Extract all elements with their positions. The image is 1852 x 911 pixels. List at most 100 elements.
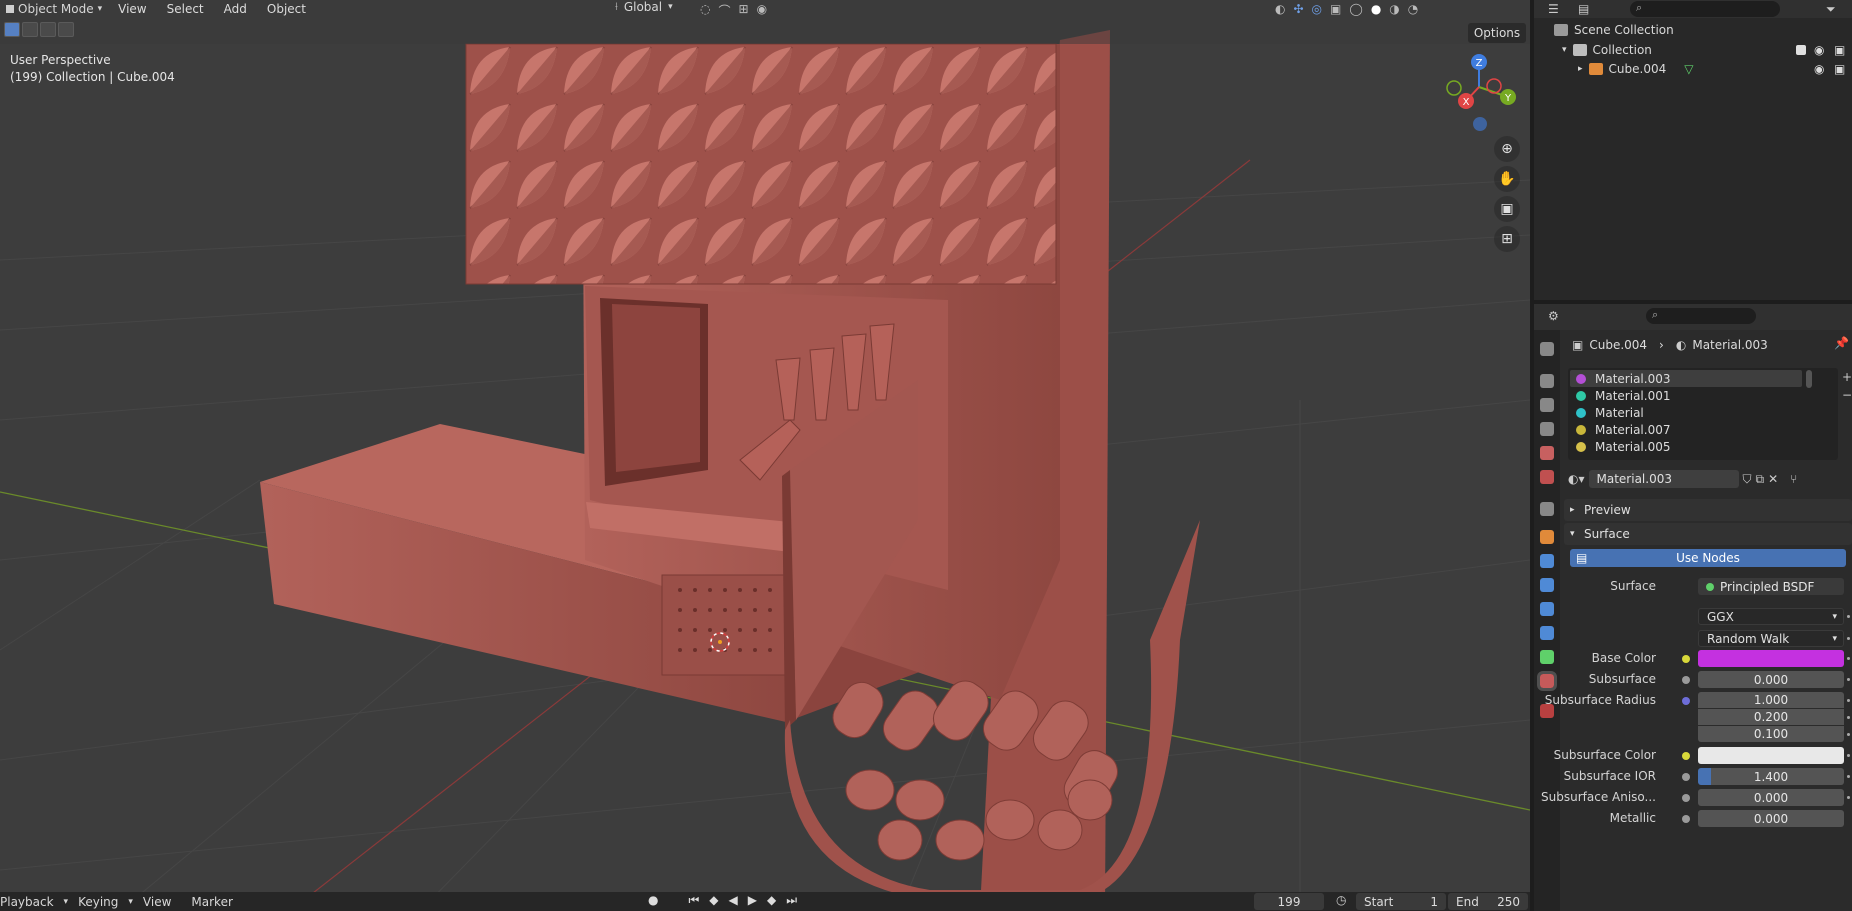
keyframe-dot[interactable]	[1847, 796, 1850, 799]
material-browse-icon[interactable]: ◐▾	[1568, 472, 1585, 486]
visibility-icon[interactable]: ◐	[1275, 2, 1285, 16]
subsurface-method-select[interactable]: Random Walk ▾	[1698, 630, 1844, 647]
xray-icon[interactable]: ▣	[1330, 2, 1341, 16]
wireframe-shading-icon[interactable]: ◯	[1349, 2, 1362, 16]
remove-slot-icon[interactable]: −	[1842, 388, 1852, 402]
menu-marker[interactable]: Marker	[181, 895, 242, 909]
menu-view[interactable]: View	[108, 2, 156, 16]
color-socket-icon[interactable]	[1682, 752, 1690, 760]
select-subtract-icon[interactable]	[40, 22, 56, 37]
record-icon[interactable]: ●	[648, 893, 658, 908]
node-tree-icon[interactable]: ⑂	[1790, 472, 1797, 486]
jump-end-icon[interactable]: ⏭	[786, 893, 797, 908]
add-slot-icon[interactable]: +	[1842, 370, 1852, 384]
keyframe-dot[interactable]	[1847, 733, 1850, 736]
material-slot-2[interactable]: Material	[1570, 404, 1802, 421]
stopwatch-icon[interactable]: ◷	[1336, 893, 1346, 907]
next-keyframe-icon[interactable]: ◆	[767, 893, 776, 908]
modifier-tab-icon[interactable]	[1540, 554, 1554, 568]
menu-object[interactable]: Object	[257, 2, 316, 16]
properties-editor[interactable]: ⚙ ⌕ ▣ Cube.004 › ◐ Material.003 📌 Materi…	[1534, 304, 1852, 911]
camera-icon[interactable]: ▣	[1834, 62, 1845, 76]
material-slot-1[interactable]: Material.001	[1570, 387, 1802, 404]
render-tab-icon[interactable]	[1540, 374, 1554, 388]
value-socket-icon[interactable]	[1682, 773, 1690, 781]
filter-icon[interactable]: ⏷	[1826, 2, 1836, 17]
outliner-row-collection[interactable]: ▾ Collection ◉ ▣	[1534, 40, 1852, 60]
distribution-select[interactable]: GGX ▾	[1698, 608, 1844, 625]
material-slot-0[interactable]: Material.003	[1570, 370, 1802, 387]
data-tab-icon[interactable]	[1540, 650, 1554, 664]
outliner[interactable]: ☰ ▤ ⌕ ⏷ Scene Collection ▾ Collection ◉ …	[1534, 0, 1852, 300]
world-tab-icon[interactable]	[1540, 470, 1554, 484]
constraints-tab-icon[interactable]	[1540, 626, 1554, 640]
list-scrollbar[interactable]	[1806, 370, 1812, 388]
tool-tab-icon[interactable]	[1540, 342, 1554, 356]
subsurface-aniso-field[interactable]: 0.000	[1698, 789, 1844, 806]
display-mode-icon[interactable]: ▤	[1578, 2, 1589, 16]
current-frame-field[interactable]: 199	[1254, 893, 1324, 910]
disclosure-closed-icon[interactable]: ▸	[1578, 64, 1583, 74]
outliner-row-cube004[interactable]: ▸ Cube.004 ▽ ◉ ▣	[1534, 59, 1852, 79]
keyframe-dot[interactable]	[1847, 615, 1850, 618]
preview-panel-header[interactable]: ▸ Preview	[1564, 499, 1852, 521]
keyframe-dot[interactable]	[1847, 716, 1850, 719]
properties-search-input[interactable]: ⌕	[1646, 308, 1756, 324]
outliner-search-input[interactable]: ⌕	[1630, 1, 1780, 17]
output-tab-icon[interactable]	[1540, 398, 1554, 412]
snap-target-icon[interactable]: ⊞	[739, 2, 749, 19]
prev-keyframe-icon[interactable]: ◆	[709, 893, 718, 908]
view-layer-tab-icon[interactable]	[1540, 422, 1554, 436]
start-frame-field[interactable]: Start 1	[1356, 893, 1446, 910]
pan-hand-icon[interactable]: ✋	[1494, 166, 1520, 192]
duplicate-icon[interactable]: ⧉	[1756, 472, 1765, 487]
surface-panel-header[interactable]: ▾ Surface	[1564, 523, 1852, 545]
keyframe-dot[interactable]	[1847, 678, 1850, 681]
subsurface-color-swatch[interactable]	[1698, 747, 1844, 764]
transform-orientation[interactable]: ⟊ Global ▾	[615, 0, 673, 14]
keyframe-dot[interactable]	[1847, 754, 1850, 757]
close-icon[interactable]: ✕	[1768, 472, 1778, 486]
value-socket-icon[interactable]	[1682, 794, 1690, 802]
material-slot-4[interactable]: Material.005	[1570, 438, 1802, 455]
subsurface-radius-y[interactable]: 0.200	[1698, 709, 1844, 725]
play-reverse-icon[interactable]: ◀	[729, 893, 738, 908]
keyframe-dot[interactable]	[1847, 699, 1850, 702]
menu-view[interactable]: View	[133, 895, 181, 909]
checkbox-icon[interactable]	[1796, 45, 1806, 55]
particles-tab-icon[interactable]	[1540, 578, 1554, 592]
keyframe-dot[interactable]	[1847, 657, 1850, 660]
subsurface-radius-x[interactable]: 1.000	[1698, 692, 1844, 708]
object-tab-icon[interactable]	[1540, 530, 1554, 544]
jump-start-icon[interactable]: ⏮	[688, 893, 699, 908]
subsurface-radius-z[interactable]: 0.100	[1698, 726, 1844, 742]
pin-icon[interactable]: 📌	[1834, 336, 1849, 350]
metallic-field[interactable]: 0.000	[1698, 810, 1844, 827]
material-slot-list[interactable]: Material.003 Material.001 Material Mater…	[1568, 368, 1838, 460]
eye-icon[interactable]: ◉	[1814, 62, 1824, 76]
options-button[interactable]: Options	[1468, 23, 1526, 43]
3d-scene[interactable]: Z Y X	[0, 0, 1530, 911]
snap-icon[interactable]: ⌒	[718, 2, 730, 19]
material-tab-icon[interactable]	[1537, 671, 1557, 691]
proportional-edit-icon[interactable]: ◉	[757, 2, 767, 19]
editor-type-icon[interactable]: ⚙	[1548, 309, 1559, 323]
menu-playback[interactable]: Playback	[0, 895, 64, 909]
3d-viewport[interactable]: Z Y X Object Mode ▾ View Select Add Obje…	[0, 0, 1530, 911]
solid-shading-icon[interactable]: ●	[1371, 2, 1381, 16]
keyframe-dot[interactable]	[1847, 637, 1850, 640]
end-frame-field[interactable]: End 250	[1448, 893, 1528, 910]
physics-tab-icon[interactable]	[1540, 602, 1554, 616]
select-extend-icon[interactable]	[22, 22, 38, 37]
keyframe-dot[interactable]	[1847, 775, 1850, 778]
camera-icon[interactable]: ▣	[1834, 43, 1845, 57]
surface-shader-field[interactable]: Principled BSDF	[1698, 578, 1844, 595]
material-slot-3[interactable]: Material.007	[1570, 421, 1802, 438]
value-socket-icon[interactable]	[1682, 676, 1690, 684]
grid-perspective-icon[interactable]: ⊞	[1494, 226, 1520, 252]
base-color-swatch[interactable]	[1698, 650, 1844, 667]
eye-icon[interactable]: ◉	[1814, 43, 1824, 57]
play-icon[interactable]: ▶	[748, 893, 757, 908]
pivot-icon[interactable]: ◌	[700, 2, 710, 19]
subsurface-field[interactable]: 0.000	[1698, 671, 1844, 688]
